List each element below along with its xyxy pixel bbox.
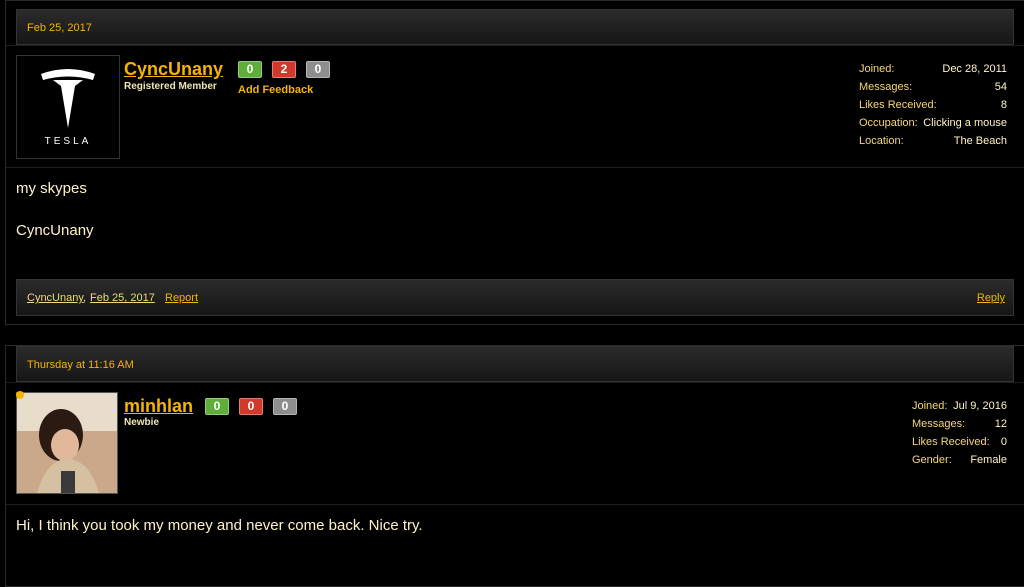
- post-permalink[interactable]: Feb 25, 2017: [90, 292, 155, 304]
- post-date-bar: Feb 25, 2017: [16, 9, 1014, 45]
- user-photo-icon: [17, 393, 117, 493]
- user-stats: Joined: Dec 28, 2011 Messages: 54 Likes Re…: [859, 63, 1007, 153]
- message-line: CyncUnany: [16, 222, 94, 239]
- stat-joined: Joined: Dec 28, 2011: [859, 63, 1007, 75]
- divider: [6, 167, 1024, 168]
- username-link[interactable]: CyncUnany: [124, 59, 223, 80]
- stat-messages: Messages: 12: [912, 418, 1007, 430]
- post-date-bar: Thursday at 11:16 AM: [16, 346, 1014, 382]
- message-line: my skypes: [16, 180, 87, 197]
- reply-link[interactable]: Reply: [977, 292, 1005, 304]
- stat-likes: Likes Received: 0: [912, 436, 1007, 448]
- stat-joined: Joined: Jul 9, 2016: [912, 400, 1007, 412]
- divider: [6, 382, 1024, 383]
- user-role: Registered Member: [124, 81, 217, 92]
- divider: [6, 45, 1024, 46]
- feedback-neutral-badge[interactable]: 0: [306, 61, 330, 78]
- post-footer: CyncUnany , Feb 25, 2017 Report Reply: [16, 279, 1014, 316]
- feedback-positive-badge[interactable]: 0: [238, 61, 262, 78]
- stat-gender: Gender: Female: [912, 454, 1007, 466]
- stat-location: Location: The Beach: [859, 135, 1007, 147]
- user-role: Newbie: [124, 417, 160, 428]
- avatar-logo-text: TESLA: [45, 136, 92, 147]
- avatar[interactable]: TESLA: [16, 55, 120, 159]
- username-link[interactable]: minhlan: [124, 396, 193, 417]
- post-date: Thursday at 11:16 AM: [27, 359, 134, 371]
- add-feedback-link[interactable]: Add Feedback: [238, 84, 313, 96]
- feedback-negative-badge[interactable]: 0: [239, 398, 263, 415]
- report-link[interactable]: Report: [165, 292, 198, 304]
- divider: [6, 504, 1024, 505]
- feedback-neutral-badge[interactable]: 0: [273, 398, 297, 415]
- post-date: Feb 25, 2017: [27, 22, 92, 34]
- tesla-logo-icon: TESLA: [41, 69, 95, 147]
- feedback-positive-badge[interactable]: 0: [205, 398, 229, 415]
- user-stats: Joined: Jul 9, 2016 Messages: 12 Likes Rec…: [912, 400, 1007, 472]
- footer-separator: ,: [83, 292, 87, 304]
- author-link[interactable]: CyncUnany: [27, 292, 84, 304]
- stat-messages: Messages: 54: [859, 81, 1007, 93]
- feedback-negative-badge[interactable]: 2: [272, 61, 296, 78]
- online-status-indicator: [16, 391, 24, 399]
- stat-occupation: Occupation: Clicking a mouse: [859, 117, 1007, 129]
- stat-likes: Likes Received: 8: [859, 99, 1007, 111]
- avatar[interactable]: [16, 392, 118, 494]
- post-2: Thursday at 11:16 AM minhlan Newbie 0 0 …: [5, 345, 1024, 587]
- post-1: Feb 25, 2017 TESLA CyncUnany Registered …: [5, 0, 1024, 325]
- message-line: Hi, I think you took my money and never …: [16, 517, 423, 534]
